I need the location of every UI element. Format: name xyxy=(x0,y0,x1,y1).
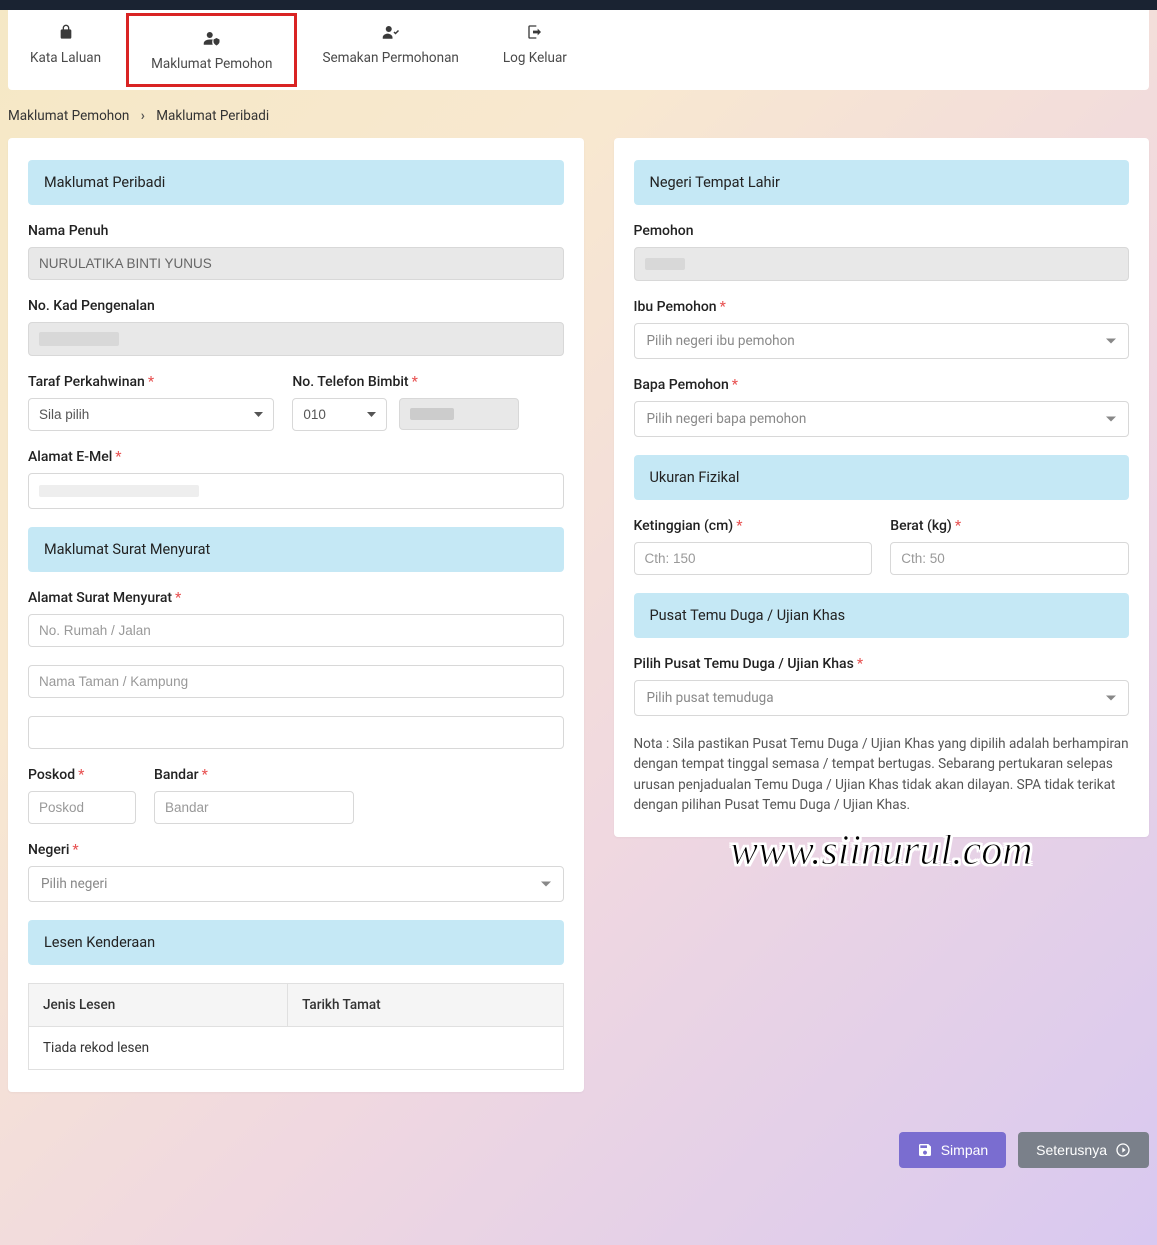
user-shield-icon xyxy=(151,30,272,50)
nav-tab-logout[interactable]: Log Keluar xyxy=(481,10,589,90)
height-label: Ketinggian (cm)* xyxy=(634,518,873,534)
height-input[interactable] xyxy=(634,542,873,575)
chevron-down-icon xyxy=(1106,417,1116,422)
state-label: Negeri* xyxy=(28,842,564,858)
section-physical: Ukuran Fizikal xyxy=(634,455,1130,500)
lock-icon xyxy=(30,24,101,44)
address-line1-input[interactable] xyxy=(28,614,564,647)
nav-tab-applicant-info[interactable]: Maklumat Pemohon xyxy=(126,13,297,87)
chevron-down-icon xyxy=(541,882,551,887)
license-empty-cell: Tiada rekod lesen xyxy=(29,1027,564,1070)
mother-label: Ibu Pemohon* xyxy=(634,299,1130,315)
nav-tab-password[interactable]: Kata Laluan xyxy=(8,10,123,90)
weight-input[interactable] xyxy=(890,542,1129,575)
license-type-header: Jenis Lesen xyxy=(29,984,288,1027)
address-line2-input[interactable] xyxy=(28,665,564,698)
postcode-label: Poskod* xyxy=(28,767,136,783)
right-panel: Negeri Tempat Lahir Pemohon Ibu Pemohon*… xyxy=(614,138,1150,837)
marital-select[interactable]: Sila pilih xyxy=(28,398,274,431)
chevron-down-icon xyxy=(1106,339,1116,344)
section-personal: Maklumat Peribadi xyxy=(28,160,564,205)
weight-label: Berat (kg)* xyxy=(890,518,1129,534)
city-label: Bandar* xyxy=(154,767,354,783)
watermark: www.siinurul.com xyxy=(614,827,1150,875)
address-line3-input[interactable] xyxy=(28,716,564,749)
applicant-state-input xyxy=(634,247,1130,281)
user-check-icon xyxy=(322,24,458,44)
father-label: Bapa Pemohon* xyxy=(634,377,1130,393)
nav-tab-label: Semakan Permohonan xyxy=(322,50,458,66)
license-expiry-header: Tarikh Tamat xyxy=(288,984,563,1027)
mailing-address-label: Alamat Surat Menyurat* xyxy=(28,590,564,606)
city-input[interactable] xyxy=(154,791,354,824)
interview-center-select[interactable]: Pilih pusat temuduga xyxy=(634,680,1130,716)
nav-tab-check-application[interactable]: Semakan Permohonan xyxy=(300,10,480,90)
save-icon xyxy=(917,1142,933,1158)
next-button[interactable]: Seterusnya xyxy=(1018,1132,1149,1168)
ic-input xyxy=(28,322,564,356)
section-mailing: Maklumat Surat Menyurat xyxy=(28,527,564,572)
save-button[interactable]: Simpan xyxy=(899,1132,1006,1168)
applicant-label: Pemohon xyxy=(634,223,1130,239)
full-name-label: Nama Penuh xyxy=(28,223,564,239)
nav-tab-label: Maklumat Pemohon xyxy=(151,56,272,72)
nav-tab-label: Kata Laluan xyxy=(30,50,101,66)
phone-number-input[interactable] xyxy=(399,398,519,430)
table-row: Tiada rekod lesen xyxy=(29,1027,564,1070)
left-panel: Maklumat Peribadi Nama Penuh No. Kad Pen… xyxy=(8,138,584,1092)
breadcrumb-current: Maklumat Peribadi xyxy=(156,108,269,124)
section-birth-state: Negeri Tempat Lahir xyxy=(634,160,1130,205)
chevron-down-icon xyxy=(1106,696,1116,701)
top-dark-bar xyxy=(0,0,1157,10)
main-nav: Kata Laluan Maklumat Pemohon Semakan Per… xyxy=(8,10,1149,90)
mobile-label: No. Telefon Bimbit* xyxy=(292,374,563,390)
ic-label: No. Kad Pengenalan xyxy=(28,298,564,314)
interview-note: Nota : Sila pastikan Pusat Temu Duga / U… xyxy=(634,734,1130,815)
postcode-input[interactable] xyxy=(28,791,136,824)
section-license: Lesen Kenderaan xyxy=(28,920,564,965)
breadcrumb-parent[interactable]: Maklumat Pemohon xyxy=(8,108,129,124)
marital-label: Taraf Perkahwinan* xyxy=(28,374,274,390)
email-input[interactable] xyxy=(28,473,564,509)
father-state-select[interactable]: Pilih negeri bapa pemohon xyxy=(634,401,1130,437)
license-table: Jenis Lesen Tarikh Tamat Tiada rekod les… xyxy=(28,983,564,1070)
section-interview: Pusat Temu Duga / Ujian Khas xyxy=(634,593,1130,638)
state-select[interactable]: Pilih negeri xyxy=(28,866,564,902)
full-name-input xyxy=(28,247,564,280)
breadcrumb: Maklumat Pemohon › Maklumat Peribadi xyxy=(0,108,1157,138)
footer-buttons: Simpan Seterusnya xyxy=(0,1122,1157,1198)
interview-center-label: Pilih Pusat Temu Duga / Ujian Khas* xyxy=(634,656,1130,672)
nav-tab-label: Log Keluar xyxy=(503,50,567,66)
chevron-right-icon: › xyxy=(141,108,145,124)
logout-icon xyxy=(503,24,567,44)
phone-prefix-select[interactable]: 010 xyxy=(292,398,387,431)
arrow-right-circle-icon xyxy=(1115,1142,1131,1158)
email-label: Alamat E-Mel* xyxy=(28,449,564,465)
mother-state-select[interactable]: Pilih negeri ibu pemohon xyxy=(634,323,1130,359)
